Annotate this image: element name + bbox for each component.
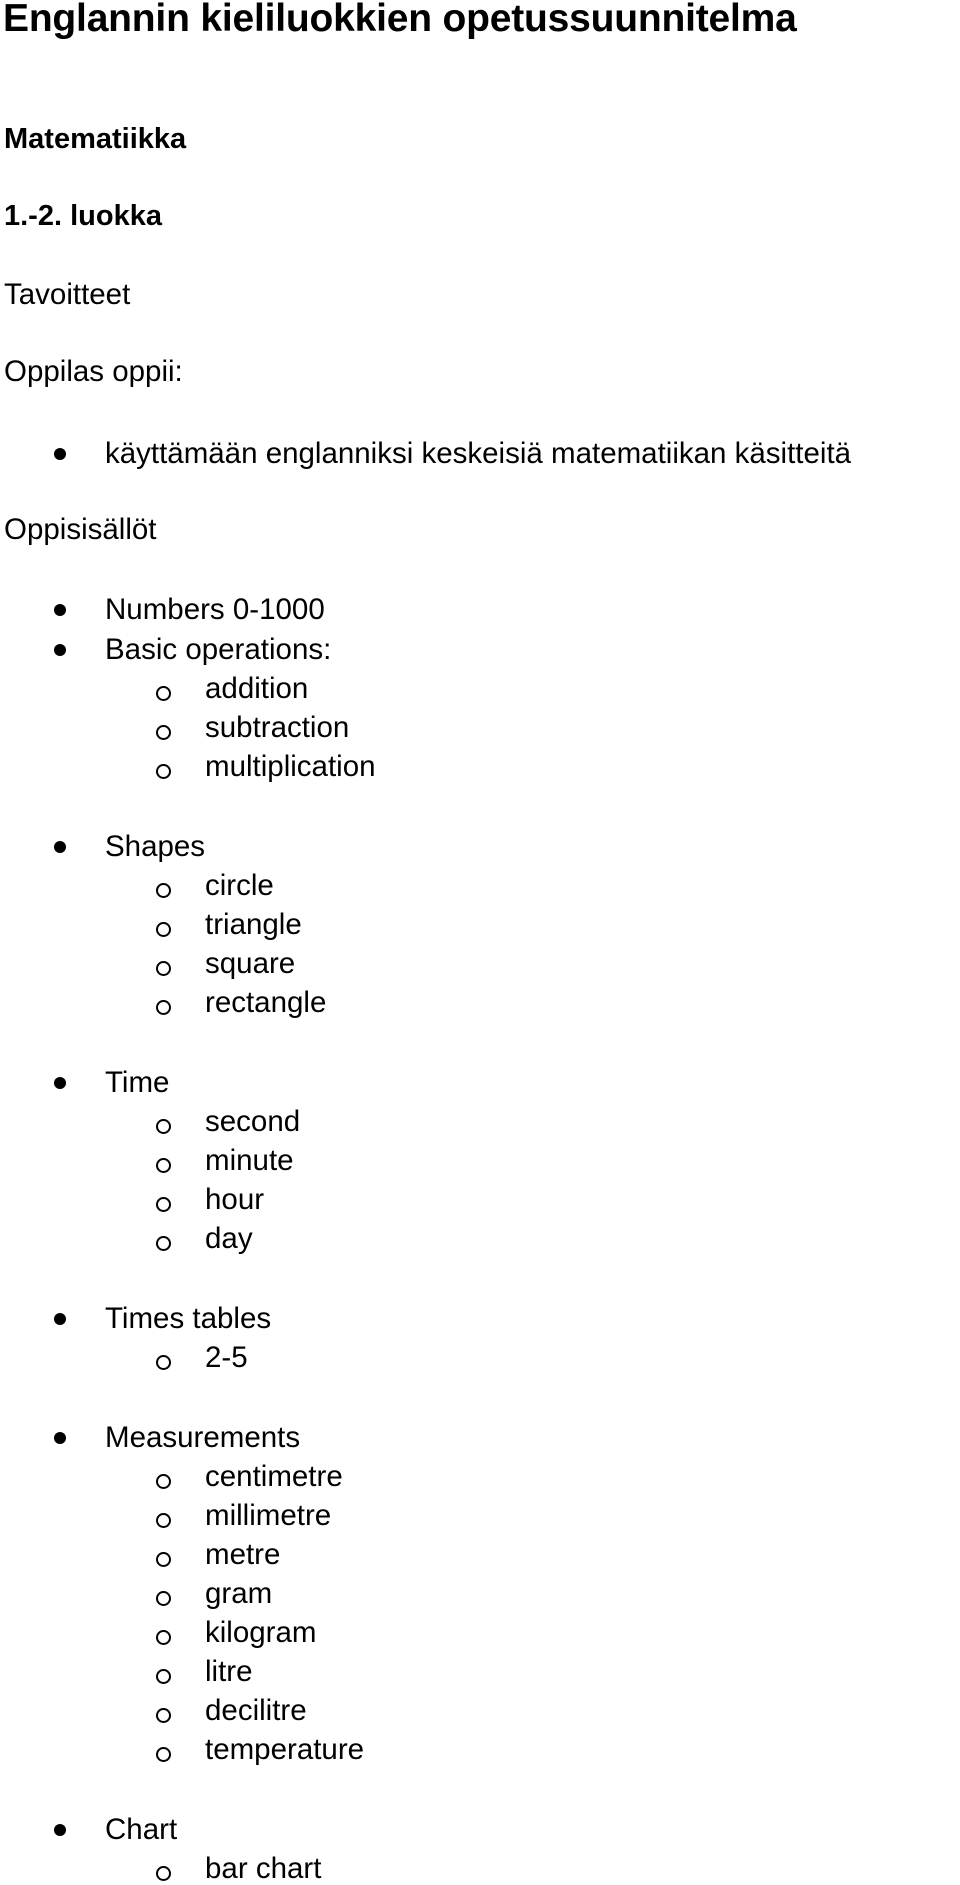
- bullet-circle-icon: [156, 922, 171, 937]
- bullet-circle-icon: [156, 1591, 171, 1606]
- content-subitem-label: decilitre: [205, 1694, 307, 1727]
- bullet-disc-icon: [54, 1824, 66, 1836]
- content-item-label: Chart: [105, 1813, 178, 1846]
- content-subitem-label: multiplication: [205, 750, 376, 783]
- content-subitem-label: millimetre: [205, 1499, 332, 1532]
- content-subitem-label: minute: [205, 1144, 294, 1177]
- bullet-disc-icon: [54, 841, 66, 853]
- document-title: Englannin kieliluokkien opetussuunnitelm…: [3, 0, 797, 40]
- content-subitem-label: addition: [205, 672, 309, 705]
- content-item-label: Numbers 0-1000: [105, 593, 325, 626]
- content-item-label: Measurements: [105, 1421, 301, 1454]
- bullet-circle-icon: [156, 1355, 171, 1370]
- bullet-circle-icon: [156, 1552, 171, 1567]
- bullet-circle-icon: [156, 1669, 171, 1684]
- content-heading: Oppisisällöt: [4, 513, 157, 546]
- content-subitem-label: 2-5: [205, 1341, 248, 1374]
- content-subitem-label: bar chart: [205, 1852, 322, 1885]
- bullet-disc-icon: [54, 604, 66, 616]
- content-subitem-label: metre: [205, 1538, 281, 1571]
- bullet-circle-icon: [156, 883, 171, 898]
- grade-heading: 1.-2. luokka: [4, 200, 162, 232]
- bullet-circle-icon: [156, 1513, 171, 1528]
- content-item-label: Shapes: [105, 830, 206, 863]
- subject-heading: Matematiikka: [4, 123, 187, 155]
- content-subitem-label: centimetre: [205, 1460, 343, 1493]
- bullet-disc-icon: [54, 1313, 66, 1325]
- content-item-label: Time: [105, 1066, 170, 1099]
- bullet-circle-icon: [156, 1747, 171, 1762]
- bullet-circle-icon: [156, 686, 171, 701]
- content-subitem-label: subtraction: [205, 711, 350, 744]
- content-subitem-label: day: [205, 1222, 253, 1255]
- goals-heading: Tavoitteet: [4, 278, 131, 311]
- content-subitem-label: circle: [205, 869, 274, 902]
- content-subitem-label: square: [205, 947, 296, 980]
- bullet-circle-icon: [156, 1236, 171, 1251]
- content-item-label: Times tables: [105, 1302, 272, 1335]
- bullet-disc-icon: [54, 448, 66, 460]
- content-subitem-label: kilogram: [205, 1616, 317, 1649]
- bullet-circle-icon: [156, 1119, 171, 1134]
- bullet-circle-icon: [156, 1158, 171, 1173]
- content-subitem-label: triangle: [205, 908, 302, 941]
- bullet-circle-icon: [156, 961, 171, 976]
- bullet-circle-icon: [156, 1000, 171, 1015]
- content-subitem-label: hour: [205, 1183, 265, 1216]
- bullet-disc-icon: [54, 1077, 66, 1089]
- goals-intro: Oppilas oppii:: [4, 355, 183, 388]
- content-subitem-label: temperature: [205, 1733, 365, 1766]
- bullet-circle-icon: [156, 1630, 171, 1645]
- bullet-circle-icon: [156, 725, 171, 740]
- bullet-circle-icon: [156, 1708, 171, 1723]
- content-subitem-label: litre: [205, 1655, 253, 1688]
- content-subitem-label: gram: [205, 1577, 273, 1610]
- content-subitem-label: second: [205, 1105, 301, 1138]
- bullet-circle-icon: [156, 1197, 171, 1212]
- bullet-circle-icon: [156, 1474, 171, 1489]
- bullet-circle-icon: [156, 1866, 171, 1881]
- content-subitem-label: rectangle: [205, 986, 327, 1019]
- bullet-disc-icon: [54, 644, 66, 656]
- goal-item-label: käyttämään englanniksi keskeisiä matemat…: [105, 437, 852, 470]
- bullet-disc-icon: [54, 1432, 66, 1444]
- content-item-label: Basic operations:: [105, 633, 332, 666]
- bullet-circle-icon: [156, 764, 171, 779]
